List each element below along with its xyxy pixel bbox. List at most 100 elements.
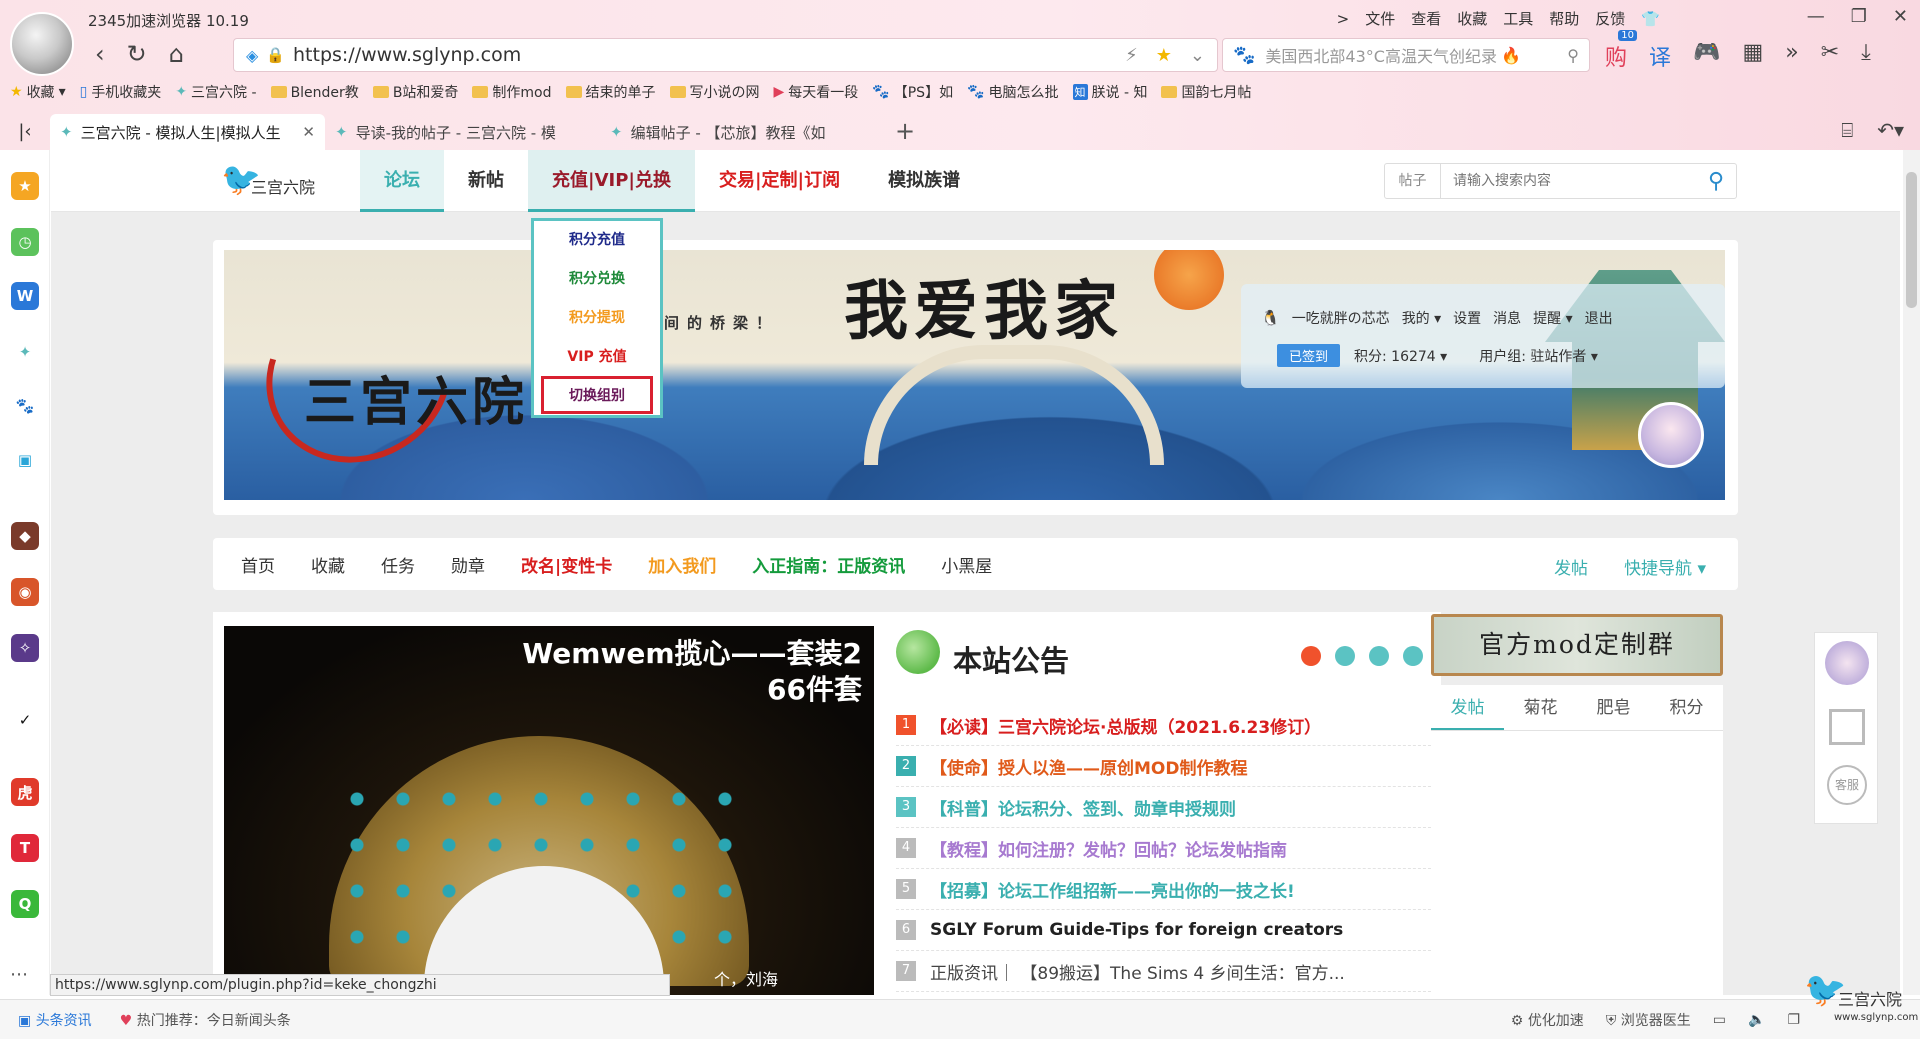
dropdown-item[interactable]: 积分充值 bbox=[534, 221, 660, 260]
huya-icon[interactable]: 虎 bbox=[11, 778, 39, 806]
bookmark-folder[interactable]: 结束的单子 bbox=[565, 82, 656, 102]
quick-nav-link[interactable]: 快捷导航 ▾ bbox=[1624, 554, 1706, 579]
bookmark-folder[interactable]: 写小说の网 bbox=[669, 82, 760, 102]
news-search-text[interactable]: 美国西北部43°C高温天气创纪录 bbox=[1265, 43, 1497, 67]
game-icon[interactable]: 🎮 bbox=[1693, 40, 1720, 72]
checkin-button[interactable]: 已签到 bbox=[1277, 344, 1341, 367]
avatar[interactable] bbox=[1638, 402, 1704, 468]
shopping-ext-icon[interactable]: 购 10 bbox=[1605, 30, 1638, 72]
scissors-icon[interactable]: ✂ bbox=[1821, 40, 1839, 72]
address-bar[interactable]: ◈ 🔒 https://www.sglynp.com ⚡ ★ ⌄ bbox=[233, 38, 1218, 72]
bookmark-item[interactable]: ✦ 三宫六院 - bbox=[175, 82, 256, 102]
notice-text[interactable]: SGLY Forum Guide-Tips for foreign creato… bbox=[930, 920, 1343, 940]
baidu-paw-icon[interactable]: 🐾 bbox=[11, 392, 39, 420]
nav-family-tree[interactable]: 模拟族谱 bbox=[864, 150, 984, 212]
notice-item[interactable]: 6 SGLY Forum Guide-Tips for foreign creat… bbox=[896, 910, 1441, 951]
menu-file[interactable]: 文件 bbox=[1365, 8, 1395, 29]
game-app-icon[interactable]: ◆ bbox=[11, 522, 39, 550]
pager-dot[interactable] bbox=[1403, 646, 1423, 666]
browser-doctor-link[interactable]: ⛨ 浏览器医生 bbox=[1606, 1010, 1691, 1030]
bookmark-folder[interactable]: B站和爱奇 bbox=[372, 82, 458, 102]
user-group[interactable]: 用户组: 驻站作者 ▾ bbox=[1479, 346, 1598, 366]
download-icon[interactable]: ⤓ bbox=[1861, 40, 1871, 72]
bookmark-folder[interactable]: 国韵七月帖 bbox=[1161, 82, 1251, 102]
address-url[interactable]: https://www.sglynp.com bbox=[293, 44, 521, 66]
username[interactable]: 一吃就胖の芯芯 bbox=[1292, 308, 1390, 328]
game-app-icon[interactable]: ◉ bbox=[11, 578, 39, 606]
volume-icon[interactable]: 🔈 bbox=[1748, 1012, 1765, 1028]
bookmark-favorites[interactable]: ★ 收藏 ▾ bbox=[10, 82, 66, 102]
more-chevron-icon[interactable]: » bbox=[1785, 40, 1798, 72]
subnav-home[interactable]: 首页 bbox=[241, 552, 275, 577]
menu-tools[interactable]: 工具 bbox=[1503, 8, 1533, 29]
close-icon[interactable]: ✕ bbox=[1893, 6, 1908, 27]
sidebar-more-icon[interactable]: ⋯ bbox=[10, 964, 28, 985]
chevron-down-icon[interactable]: ⌄ bbox=[1190, 45, 1205, 66]
nav-recharge-vip[interactable]: 充值|VIP|兑换 bbox=[528, 150, 695, 212]
tab-forum[interactable]: ✦ 三宫六院 - 模拟人生|模拟人生 ✕ bbox=[50, 114, 325, 150]
qr-code-icon[interactable] bbox=[1829, 709, 1865, 745]
subnav-official-guide[interactable]: 入正指南：正版资讯 bbox=[752, 552, 905, 577]
menu-favorites[interactable]: 收藏 bbox=[1457, 8, 1487, 29]
new-tab-button[interactable]: + bbox=[895, 114, 915, 150]
user-points[interactable]: 积分: 16274 ▾ bbox=[1354, 346, 1447, 366]
tab-chrysanthemum[interactable]: 菊花 bbox=[1504, 685, 1577, 730]
subnav-tasks[interactable]: 任务 bbox=[381, 552, 415, 577]
minimize-icon[interactable]: — bbox=[1807, 6, 1825, 27]
site-shortcut-icon[interactable]: ✦ bbox=[11, 338, 39, 366]
featured-slide[interactable]: Wemwem揽心——套装2 66件套 个，刘海 bbox=[224, 626, 874, 995]
tab-soap[interactable]: 肥皂 bbox=[1577, 685, 1650, 730]
optimize-link[interactable]: ⚙ 优化加速 bbox=[1511, 1010, 1584, 1030]
floating-avatar[interactable] bbox=[1825, 641, 1869, 685]
window-icon[interactable]: ❐ bbox=[1787, 1012, 1800, 1028]
site-logo[interactable]: 🐦 三宫六院 bbox=[221, 156, 321, 206]
user-link-settings[interactable]: 设置 bbox=[1453, 308, 1481, 328]
bookmark-item[interactable]: 🐾 电脑怎么批 bbox=[967, 82, 1058, 102]
history-clock-icon[interactable]: ◷ bbox=[11, 228, 39, 256]
menu-view[interactable]: 查看 bbox=[1411, 8, 1441, 29]
dropdown-item[interactable]: VIP 充值 bbox=[534, 338, 660, 377]
lightning-icon[interactable]: ⚡ bbox=[1125, 45, 1138, 66]
nav-new-posts[interactable]: 新帖 bbox=[444, 150, 528, 212]
notice-item[interactable]: 2 【使命】授人以渔——原创MOD制作教程 bbox=[896, 746, 1441, 787]
subnav-join-us[interactable]: 加入我们 bbox=[648, 552, 716, 577]
back-icon[interactable]: ‹ bbox=[95, 40, 105, 68]
mod-group-banner[interactable]: 官方mod定制群 bbox=[1431, 614, 1723, 676]
tab-points[interactable]: 积分 bbox=[1650, 685, 1723, 730]
bookmark-item[interactable]: 🐾 【PS】如 bbox=[872, 82, 953, 102]
post-new-link[interactable]: 发帖 bbox=[1554, 554, 1588, 579]
undo-icon[interactable]: ↶▾ bbox=[1877, 118, 1904, 142]
subnav-medals[interactable]: 勋章 bbox=[451, 552, 485, 577]
news-feed-link[interactable]: ▣ 头条资讯 bbox=[18, 1010, 92, 1030]
user-link-my[interactable]: 我的 ▾ bbox=[1402, 308, 1441, 328]
bookmark-folder[interactable]: 制作mod bbox=[472, 82, 552, 102]
search-icon[interactable]: ⚲ bbox=[1567, 46, 1579, 65]
subnav-favorites[interactable]: 收藏 bbox=[311, 552, 345, 577]
search-category[interactable]: 帖子 bbox=[1385, 164, 1441, 198]
bag-icon[interactable]: ⌸ bbox=[1841, 118, 1853, 142]
bookmark-item[interactable]: ▶ 每天看一段 bbox=[774, 82, 859, 102]
scrollbar-thumb[interactable] bbox=[1906, 172, 1917, 308]
notice-text[interactable]: 【必读】三宫六院论坛·总版规（2021.6.23修订） bbox=[930, 713, 1321, 738]
pager-dot[interactable] bbox=[1369, 646, 1389, 666]
notice-text[interactable]: 正版资讯｜ 【89搬运】The Sims 4 乡间生活：官方... bbox=[930, 959, 1345, 984]
customer-service-icon[interactable]: 客服 bbox=[1827, 765, 1867, 805]
restore-icon[interactable]: ❐ bbox=[1851, 6, 1867, 27]
subnav-blacklist[interactable]: 小黑屋 bbox=[941, 552, 992, 577]
tmall-icon[interactable]: T bbox=[11, 834, 39, 862]
notice-item[interactable]: 3 【科普】论坛积分、签到、勋章申授规则 bbox=[896, 787, 1441, 828]
apps-grid-icon[interactable]: ▦ bbox=[1742, 40, 1763, 72]
translate-icon[interactable]: 译 bbox=[1649, 40, 1671, 72]
nav-trade-custom[interactable]: 交易|定制|订阅 bbox=[695, 150, 864, 212]
tab-edit-post[interactable]: ✦ 编辑帖子 - 【芯旅】教程《如 bbox=[600, 114, 875, 150]
notice-item[interactable]: 4 【教程】如何注册？发帖？回帖？论坛发帖指南 bbox=[896, 828, 1441, 869]
nav-forum[interactable]: 论坛 bbox=[360, 150, 444, 212]
notice-item[interactable]: 1 【必读】三宫六院论坛·总版规（2021.6.23修订） bbox=[896, 705, 1441, 746]
bilibili-icon[interactable]: ▣ bbox=[11, 446, 39, 474]
search-input[interactable] bbox=[1441, 165, 1696, 197]
notice-text[interactable]: 【招募】论坛工作组招新——亮出你的一技之长! bbox=[930, 877, 1295, 902]
pager-dot[interactable] bbox=[1301, 646, 1321, 666]
bookmark-item[interactable]: 知朕说 - 知 bbox=[1072, 82, 1147, 102]
menu-feedback[interactable]: 反馈 bbox=[1595, 8, 1625, 29]
bookmark-folder[interactable]: Blender教 bbox=[270, 82, 359, 102]
